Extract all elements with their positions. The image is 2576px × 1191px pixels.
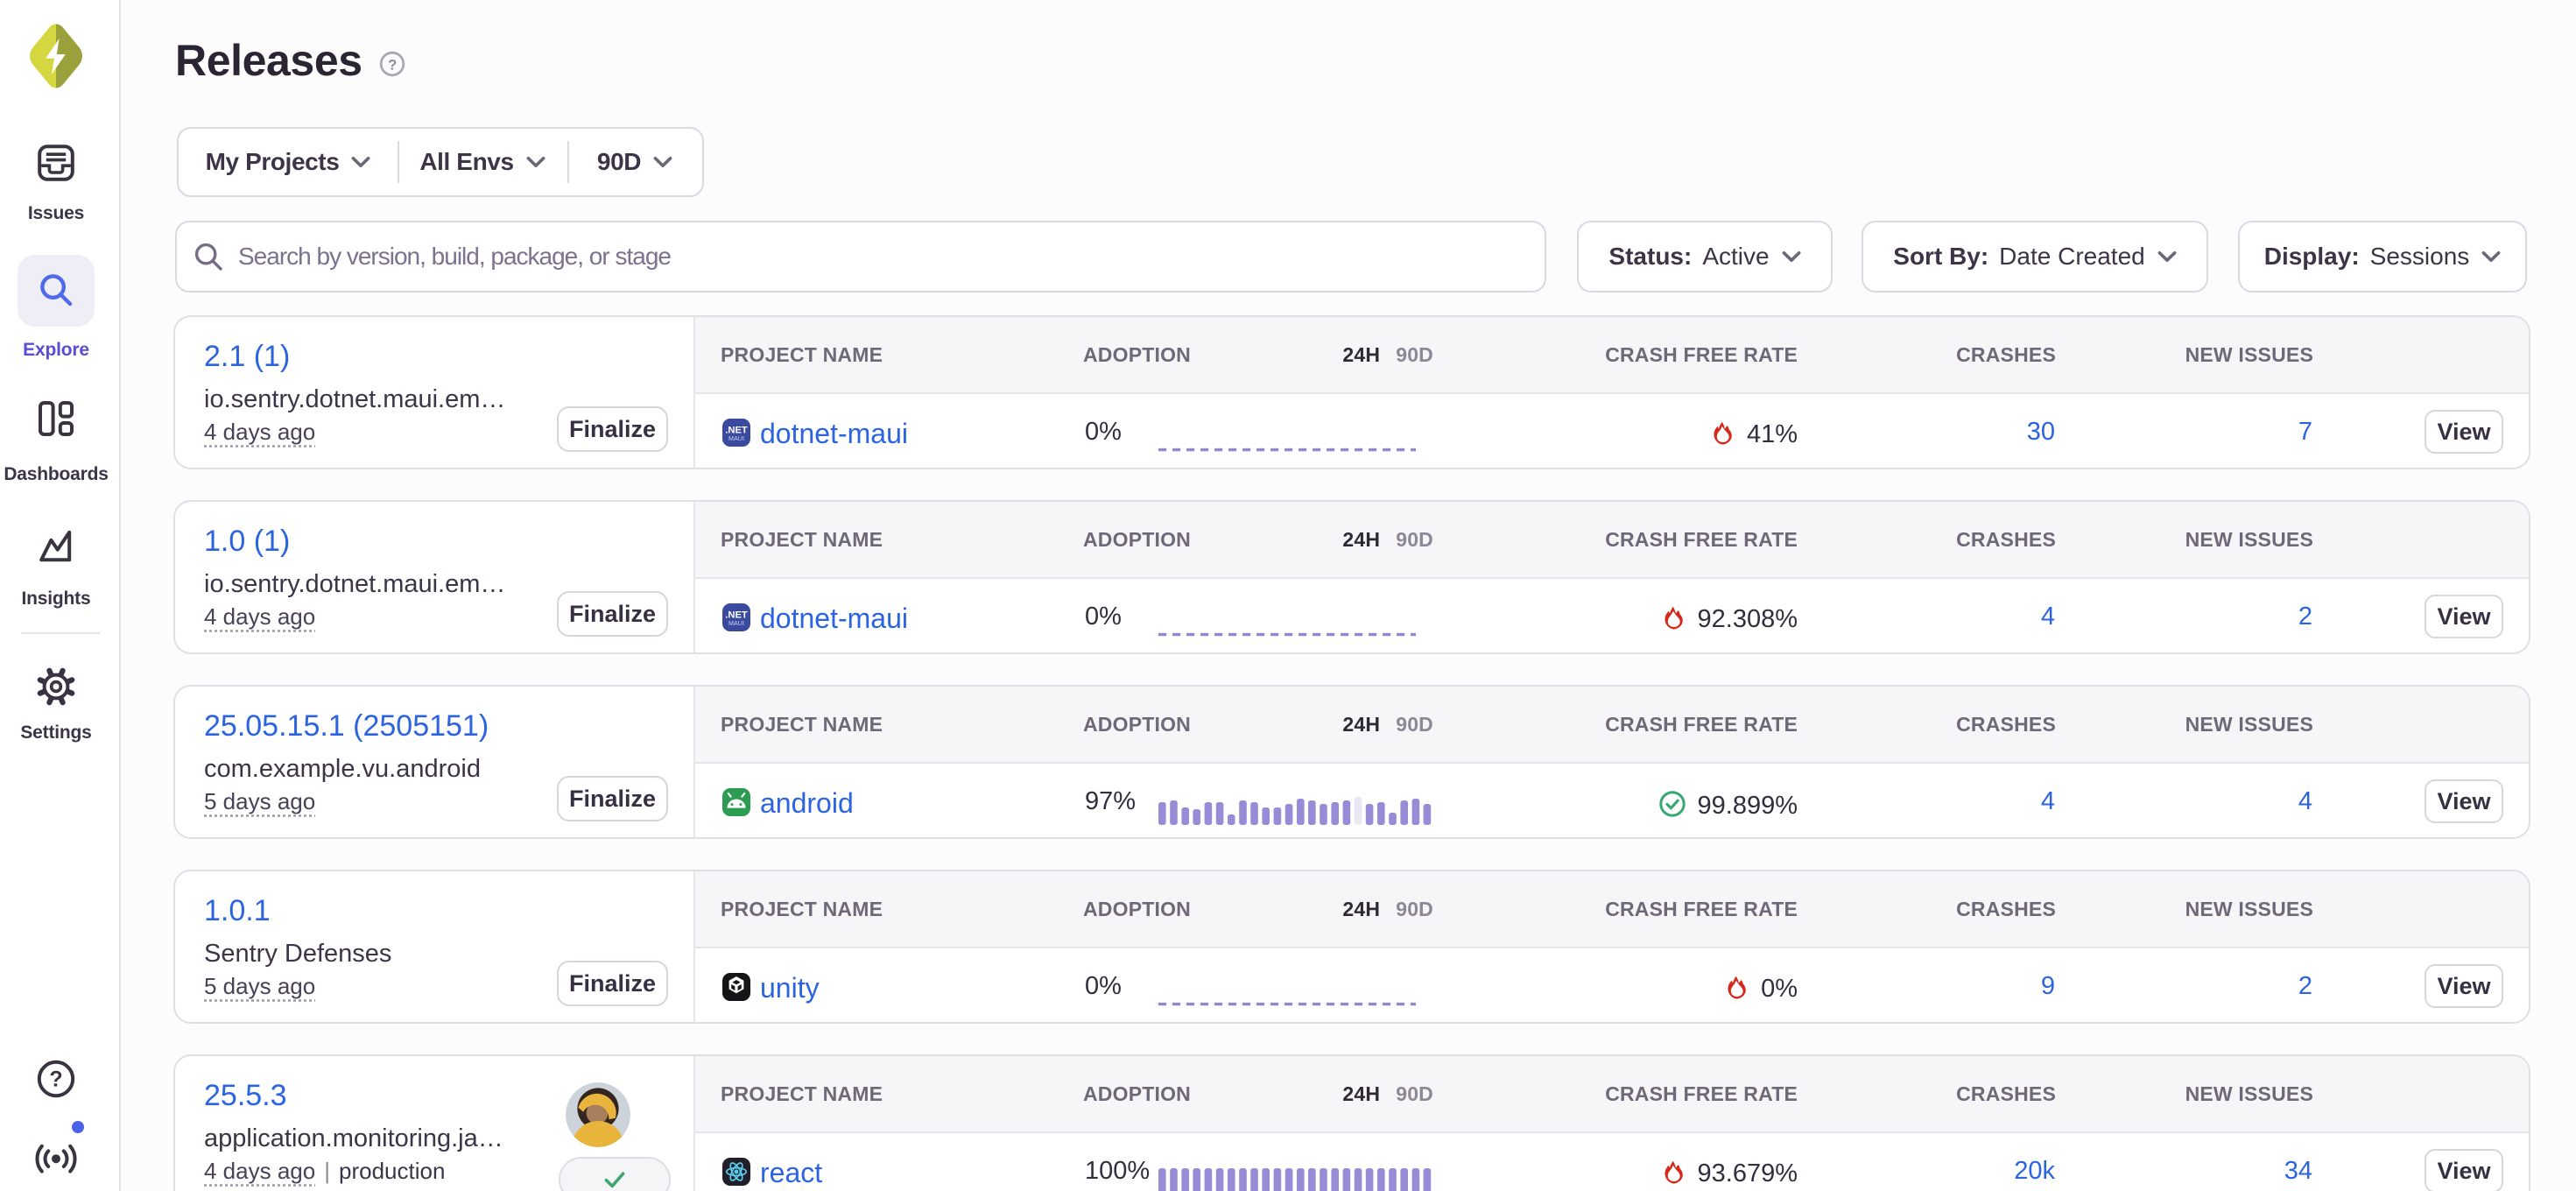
svg-text:?: ?: [49, 1068, 62, 1092]
svg-text:?: ?: [388, 57, 397, 74]
svg-text:MAUI: MAUI: [728, 619, 744, 627]
svg-text:MAUI: MAUI: [728, 434, 744, 442]
